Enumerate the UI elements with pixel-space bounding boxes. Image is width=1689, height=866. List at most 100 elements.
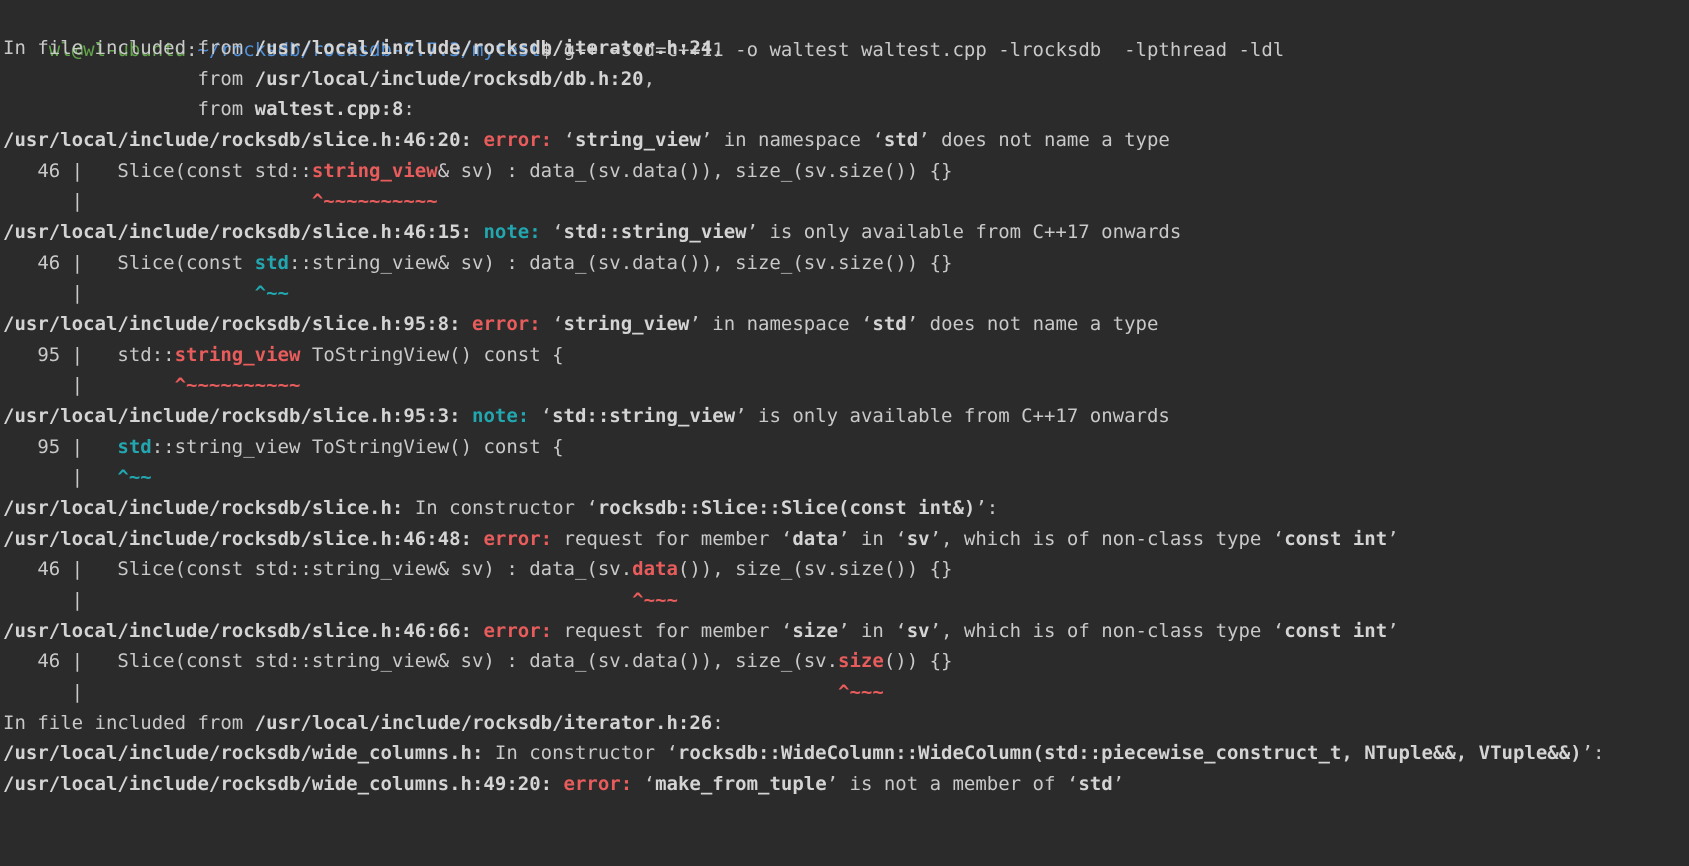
output-segment: request for member ‘ [552,619,793,642]
output-segment: /usr/local/include/rocksdb/iterator.h:24 [254,37,713,59]
output-segment: ^~~~~~~~~~~ [174,374,301,397]
output-line: /usr/local/include/rocksdb/wide_columns.… [3,768,1124,801]
output-segment: request for member ‘ [552,527,793,550]
output-segment: In file included from [3,711,255,734]
output-segment: | [3,588,633,611]
output-segment: ’ does not name a type [918,128,1170,151]
output-segment: std [117,435,152,458]
output-segment: size [792,619,839,642]
output-segment: string_view [563,312,690,335]
output-line: | ^~~~~~~~~~~ [3,185,438,218]
output-segment: ::string_view& sv) : data_(sv.data()), s… [289,251,953,274]
output-segment [472,221,483,243]
output-segment: ()) {} [883,650,953,673]
output-segment: ’ [1387,619,1399,642]
output-segment: std::string_view [563,220,747,243]
output-line: 95 | std::string_view ToStringView() con… [3,339,564,372]
output-segment: /usr/local/include/rocksdb/db.h:20 [254,67,644,90]
output-segment: /usr/local/include/rocksdb/slice.h:46:15… [3,220,472,243]
output-segment: ’: [1581,742,1605,765]
output-segment: ’ in namespace ‘ [700,128,884,151]
output-segment: ()), size_(sv.size()) {} [677,558,953,581]
error-label: error: [483,619,553,642]
output-segment: In constructor ‘ [483,742,678,765]
output-segment: 95 | [3,435,118,458]
output-segment: ’ in ‘ [838,619,907,642]
output-segment: ’ does not name a type [906,312,1159,335]
output-segment: In file included from [3,37,255,59]
output-segment: rocksdb::Slice::Slice(const int&) [597,496,976,519]
output-line: 46 | Slice(const std::string_view& sv) :… [3,553,952,586]
output-segment: ’: [975,496,999,519]
error-label: error: [563,772,633,795]
output-line: from waltest.cpp:8: [3,93,415,126]
command-prompt-line: wl@wl-ubuntu:~/rocksdb/rocksdb-7.7.3/myt… [3,1,1284,61]
output-line: | ^~~~~~~~~~~ [3,369,301,402]
note-label: note: [472,404,530,427]
output-segment: | [3,466,118,489]
output-segment [472,620,483,642]
output-line: 46 | Slice(const std::string_view& sv) :… [3,155,952,188]
output-segment: /usr/local/include/rocksdb/slice.h:95:8: [3,312,461,335]
output-segment: /usr/local/include/rocksdb/slice.h:95:3: [3,404,461,427]
output-line: from /usr/local/include/rocksdb/db.h:20, [3,63,655,96]
output-segment: make_from_tuple [655,772,827,795]
output-segment: /usr/local/include/rocksdb/slice.h: [3,496,404,519]
output-segment: /usr/local/include/rocksdb/slice.h:46:48… [3,527,472,550]
output-segment: ’ in ‘ [838,527,907,550]
output-segment: waltest.cpp:8 [254,98,404,121]
error-label: error: [472,312,541,335]
output-segment: ‘ [540,312,564,335]
output-segment: ’ [1387,527,1399,550]
output-line: 46 | Slice(const std::string_view& sv) :… [3,247,952,280]
output-segment: In constructor ‘ [403,496,598,519]
output-segment [472,528,483,550]
output-segment: ^~~ [254,282,289,305]
output-segment: from [3,98,255,121]
terminal-window[interactable]: wl@wl-ubuntu:~/rocksdb/rocksdb-7.7.3/myt… [0,0,1689,866]
output-line: 95 | std::string_view ToStringView() con… [3,431,564,464]
output-segment: sv [906,527,930,550]
output-line: /usr/local/include/rocksdb/slice.h:46:15… [3,216,1181,249]
output-segment: ‘ [540,220,564,243]
output-segment: /usr/local/include/rocksdb/wide_columns.… [3,772,553,795]
output-segment: std [254,251,289,274]
output-segment [552,773,563,795]
output-segment: sv [906,619,930,642]
output-segment: string_view [311,159,438,182]
output-segment: 46 | Slice(const std:: [3,159,312,182]
output-segment: size [838,650,884,673]
output-segment: 46 | Slice(const std::string_view& sv) :… [3,558,633,581]
output-segment: const int [1284,527,1388,550]
output-line: 46 | Slice(const std::string_view& sv) :… [3,645,952,678]
output-segment: ^~~~~~~~~~~ [311,190,438,213]
output-segment: std [1078,772,1113,795]
output-segment [461,405,472,427]
output-segment: ’ is only available from C++17 onwards [735,404,1170,427]
output-segment: data [632,558,678,581]
output-line: /usr/local/include/rocksdb/slice.h: In c… [3,492,998,525]
output-segment: 95 | std:: [3,343,175,366]
output-segment [461,313,472,335]
output-segment: ToStringView() const { [300,343,564,366]
output-segment: string_view [174,343,301,366]
output-segment: ’, which is of non-class type ‘ [929,527,1285,550]
output-segment: data [792,527,839,550]
output-segment: | [3,282,255,305]
output-segment: : [712,711,724,734]
output-segment: std [883,128,919,151]
output-segment: string_view [574,128,701,151]
output-segment: : [403,98,415,121]
output-segment: 46 | Slice(const [3,251,255,274]
note-label: note: [483,220,541,243]
output-segment: 46 | Slice(const std::string_view& sv) :… [3,650,839,673]
output-line: | ^~~ [3,277,289,310]
output-segment: ::string_view ToStringView() const { [151,435,564,458]
output-line: /usr/local/include/rocksdb/slice.h:46:20… [3,124,1170,157]
output-line: /usr/local/include/rocksdb/slice.h:95:8:… [3,308,1158,341]
output-line: /usr/local/include/rocksdb/slice.h:46:66… [3,615,1399,648]
output-segment: , [712,37,724,59]
output-segment: ^~~~ [838,680,884,703]
output-segment [472,129,483,151]
output-segment: ‘ [552,128,575,151]
